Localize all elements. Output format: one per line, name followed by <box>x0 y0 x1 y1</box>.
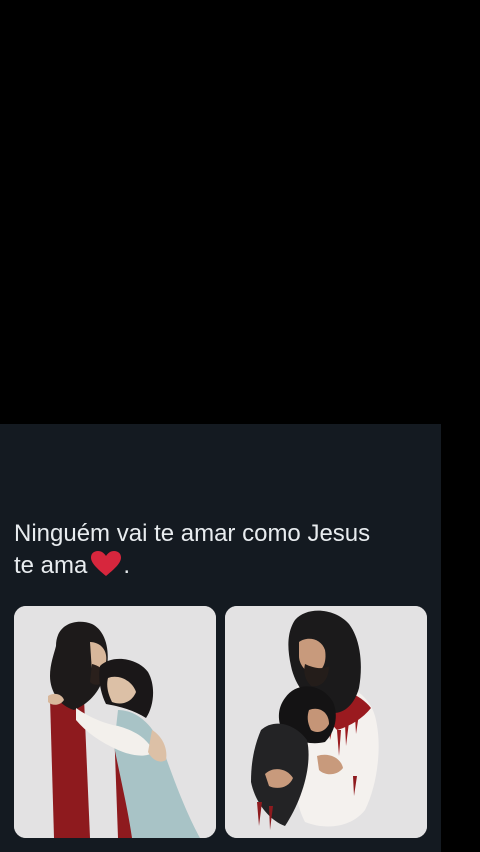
post-text-line1: Ninguém vai te amar como Jesus <box>14 520 371 547</box>
post-card: Ninguém vai te amar como Jesus te ama. <box>0 424 441 852</box>
illustration-jesus-hugging-girl[interactable] <box>14 606 216 838</box>
post-text: Ninguém vai te amar como Jesus te ama. <box>14 518 429 586</box>
post-text-line2: te ama <box>14 552 88 579</box>
heart-icon <box>91 551 122 586</box>
illustration-jesus-embracing-person[interactable] <box>225 606 427 838</box>
post-text-period: . <box>123 552 131 579</box>
